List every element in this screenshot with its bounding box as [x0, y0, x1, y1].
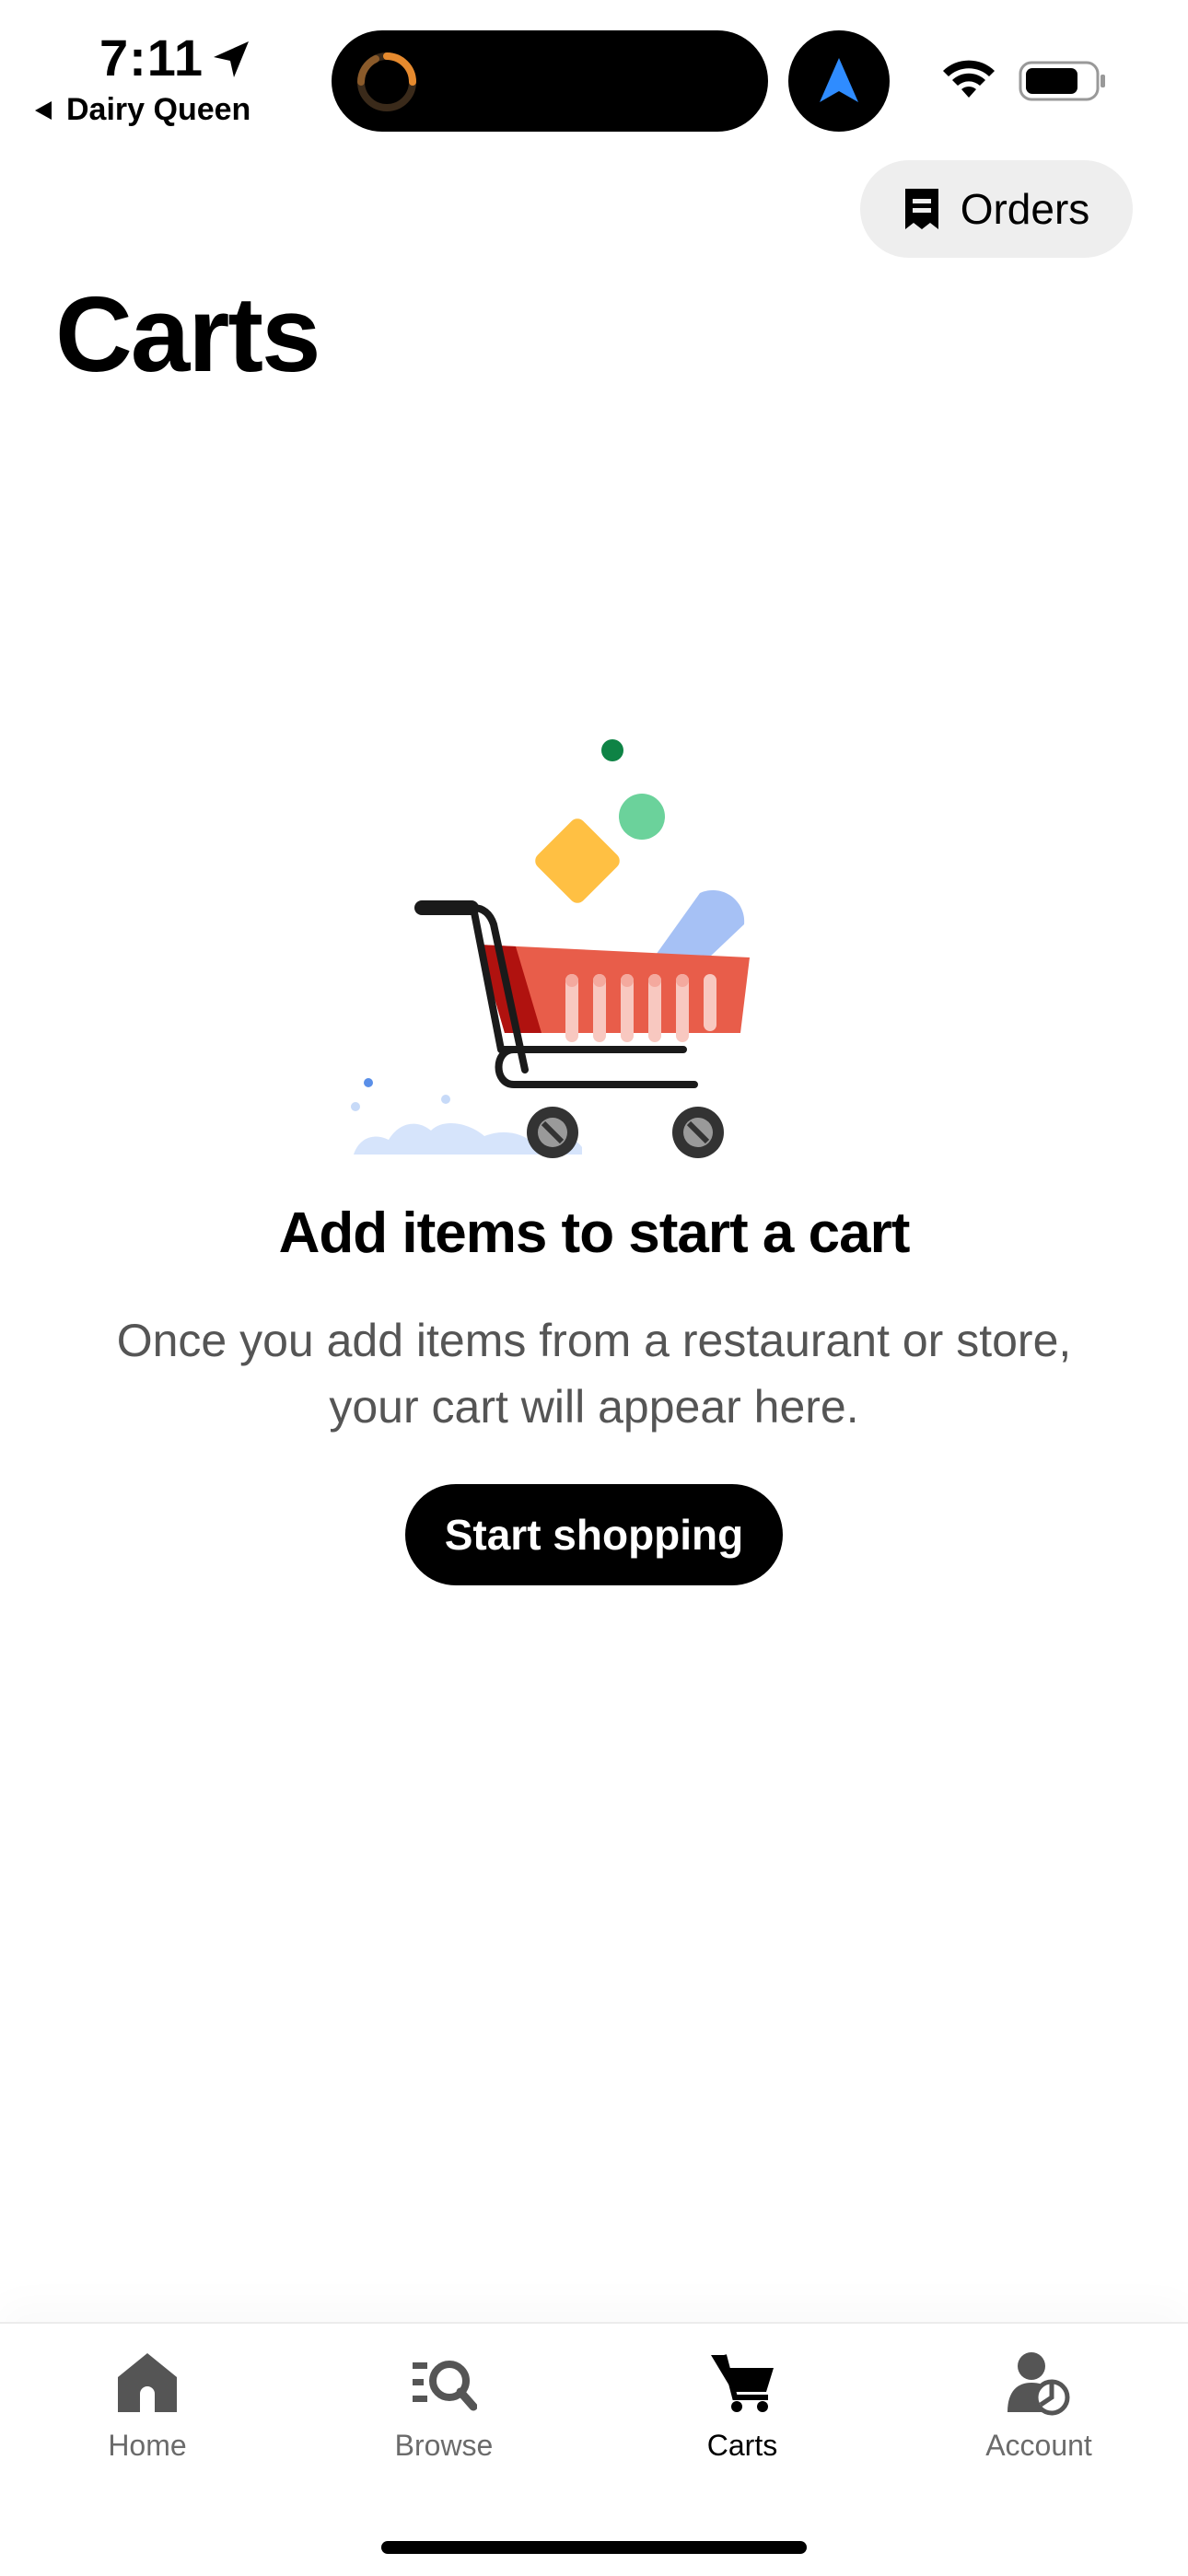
back-app-label: Dairy Queen — [66, 92, 251, 127]
activity-spinner-icon — [357, 52, 416, 111]
home-indicator[interactable] — [381, 2541, 807, 2554]
tab-home[interactable]: Home — [55, 2342, 239, 2480]
empty-state-title: Add items to start a cart — [278, 1201, 911, 1265]
browse-icon — [413, 2361, 477, 2411]
tab-browse[interactable]: Browse — [352, 2342, 536, 2480]
back-to-app-link[interactable]: Dairy Queen — [33, 92, 250, 128]
orders-label: Orders — [960, 185, 1090, 233]
empty-state-description: Once you add items from a restaurant or … — [116, 1315, 1072, 1433]
tab-carts-label: Carts — [706, 2429, 778, 2462]
start-shopping-button[interactable]: Start shopping — [405, 1484, 783, 1585]
empty-cart-illustration — [351, 739, 750, 1158]
navigation-arrow-icon — [820, 58, 858, 102]
tab-carts[interactable]: Carts — [650, 2342, 834, 2480]
location-arrow-icon — [214, 41, 249, 77]
receipt-icon — [904, 189, 938, 229]
tab-account-label: Account — [985, 2429, 1092, 2462]
tab-browse-label: Browse — [394, 2429, 494, 2462]
navigation-bubble[interactable] — [788, 30, 890, 132]
orders-button[interactable]: Orders — [860, 160, 1133, 258]
status-bar: 7:11 Dairy Queen — [0, 0, 1188, 147]
wifi-icon — [943, 60, 995, 98]
home-icon — [118, 2353, 177, 2412]
status-time: 7:11 — [99, 29, 204, 87]
tab-account[interactable]: Account — [947, 2342, 1131, 2480]
page-title: Carts — [55, 274, 321, 394]
tab-home-label: Home — [108, 2429, 187, 2462]
bottom-tab-bar: Home Browse Carts Account — [0, 2322, 1188, 2576]
dynamic-island[interactable] — [332, 30, 768, 132]
account-icon — [1007, 2352, 1070, 2416]
battery-icon — [1019, 61, 1105, 101]
back-triangle-icon — [35, 100, 52, 120]
cart-icon — [711, 2354, 774, 2412]
